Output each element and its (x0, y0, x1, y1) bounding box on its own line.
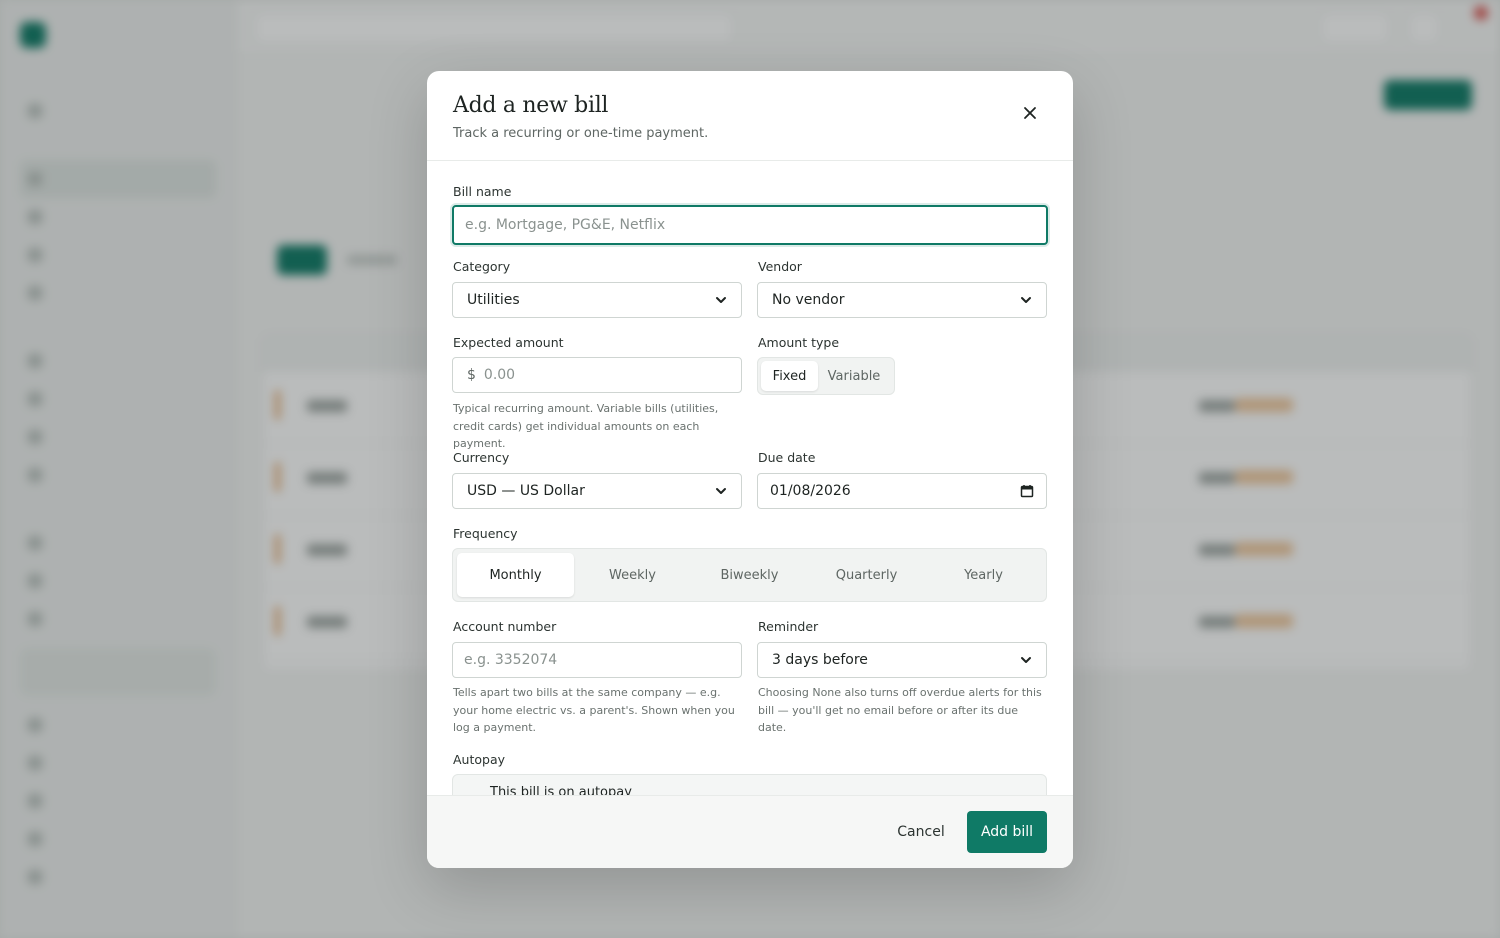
frequency-weekly[interactable]: Weekly (574, 553, 691, 597)
chevron-down-icon (716, 297, 726, 303)
frequency-quarterly[interactable]: Quarterly (808, 553, 925, 597)
due-date-value: 01/08/2026 (770, 483, 851, 499)
chevron-down-icon (1021, 657, 1031, 663)
expected-amount-input[interactable]: $ 0.00 (452, 357, 742, 393)
currency-value: USD — US Dollar (467, 483, 585, 499)
expected-amount-placeholder: 0.00 (483, 367, 516, 383)
frequency-monthly[interactable]: Monthly (457, 553, 574, 597)
expected-amount-label: Expected amount (453, 335, 564, 350)
vendor-select[interactable]: No vendor (757, 282, 1047, 318)
reminder-help: Choosing None also turns off overdue ale… (758, 686, 1042, 734)
currency-label: Currency (453, 450, 510, 465)
currency-symbol: $ (467, 367, 476, 383)
account-number-label: Account number (453, 619, 557, 634)
due-date-input[interactable]: 01/08/2026 (757, 473, 1047, 509)
currency-select[interactable]: USD — US Dollar (452, 473, 742, 509)
amount-type-fixed[interactable]: Fixed (761, 361, 818, 391)
frequency-yearly[interactable]: Yearly (925, 553, 1042, 597)
expected-amount-help: Typical recurring amount. Variable bills… (453, 402, 719, 450)
calendar-icon[interactable] (1020, 484, 1034, 498)
modal-body[interactable]: Bill name e.g. Mortgage, PG&E, Netflix C… (427, 162, 1073, 795)
due-date-label: Due date (758, 450, 816, 465)
autopay-toggle[interactable]: This bill is on autopay (452, 774, 1047, 795)
close-icon[interactable] (1021, 104, 1039, 122)
amount-type-label: Amount type (758, 335, 840, 350)
category-select[interactable]: Utilities (452, 282, 742, 318)
autopay-toggle-text: This bill is on autopay (490, 785, 632, 795)
bill-name-placeholder: e.g. Mortgage, PG&E, Netflix (465, 217, 666, 233)
frequency-biweekly[interactable]: Biweekly (691, 553, 808, 597)
chevron-down-icon (716, 488, 726, 494)
modal-header: Add a new bill Track a recurring or one-… (427, 71, 1073, 161)
category-label: Category (453, 259, 511, 274)
modal-subtitle: Track a recurring or one-time payment. (453, 126, 709, 141)
amount-type-toggle: Fixed Variable (757, 357, 895, 395)
account-number-placeholder: e.g. 3352074 (464, 652, 558, 668)
frequency-label: Frequency (453, 526, 518, 541)
modal-footer: Cancel Add bill (427, 795, 1073, 868)
add-bill-modal: Add a new bill Track a recurring or one-… (427, 71, 1073, 868)
reminder-value: 3 days before (772, 652, 868, 668)
bill-name-input[interactable]: e.g. Mortgage, PG&E, Netflix (452, 205, 1048, 245)
reminder-label: Reminder (758, 619, 819, 634)
vendor-label: Vendor (758, 259, 802, 274)
category-value: Utilities (467, 292, 520, 308)
bill-name-label: Bill name (453, 184, 512, 199)
chevron-down-icon (1021, 297, 1031, 303)
account-number-input[interactable]: e.g. 3352074 (452, 642, 742, 678)
autopay-label: Autopay (453, 752, 506, 767)
amount-type-variable[interactable]: Variable (818, 361, 890, 391)
frequency-toggle: Monthly Weekly Biweekly Quarterly Yearly (452, 548, 1047, 602)
cancel-button[interactable]: Cancel (887, 812, 955, 852)
account-number-help: Tells apart two bills at the same compan… (453, 686, 735, 734)
vendor-value: No vendor (772, 292, 845, 308)
modal-title: Add a new bill (453, 93, 609, 118)
add-bill-button[interactable]: Add bill (967, 811, 1047, 853)
reminder-select[interactable]: 3 days before (757, 642, 1047, 678)
